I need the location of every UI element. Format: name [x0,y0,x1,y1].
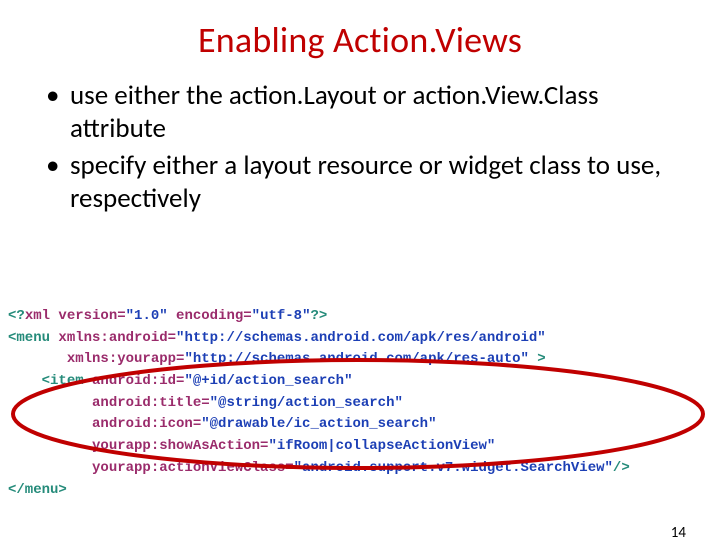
xml-decl-close: ?> [310,308,327,324]
page-number: 14 [671,524,686,540]
indent [8,351,67,367]
slide-title: Enabling Action.Views [0,18,720,62]
bullet-list: use either the action.Layout or action.V… [46,80,690,216]
xmlns-attr: xmlns:yourapp= [67,351,185,367]
bullet-item: specify either a layout resource or widg… [46,150,690,216]
menu-open-tag: <menu [8,330,50,346]
actionviewclass-attr: yourapp:actionViewClass= [92,460,294,476]
android-icon-attr: android:icon= [92,416,201,432]
item-close: /> [613,460,630,476]
xmlns-val: "http://schemas.android.com/apk/res/andr… [176,330,546,346]
menu-close-tag: </menu> [8,482,67,498]
android-id-val: "@+id/action_search" [184,373,352,389]
indent [8,373,42,389]
indent [8,438,92,454]
xml-decl-attr: xml version= [25,308,126,324]
xmlns-val: "http://schemas.android.com/apk/res-auto… [184,351,528,367]
slide: Enabling Action.Views use either the act… [0,18,720,540]
menu-open-close: > [529,351,546,367]
actionviewclass-val: "android.support.v7.widget.SearchView" [294,460,613,476]
xml-decl-val: "1.0" [126,308,168,324]
xml-decl-val: "utf-8" [252,308,311,324]
xml-decl-open: <? [8,308,25,324]
showasaction-val: "ifRoom|collapseActionView" [268,438,495,454]
xml-decl-attr: encoding= [168,308,252,324]
code-block: <?xml version="1.0" encoding="utf-8"?> <… [0,298,720,508]
item-open-tag: <item [42,373,84,389]
indent [8,460,92,476]
indent [8,395,92,411]
xmlns-attr: xmlns:android= [50,330,176,346]
indent [8,416,92,432]
android-title-attr: android:title= [92,395,210,411]
showasaction-attr: yourapp:showAsAction= [92,438,268,454]
android-icon-val: "@drawable/ic_action_search" [201,416,436,432]
android-title-val: "@string/action_search" [210,395,403,411]
android-id-attr: android:id= [84,373,185,389]
bullet-item: use either the action.Layout or action.V… [46,80,690,146]
